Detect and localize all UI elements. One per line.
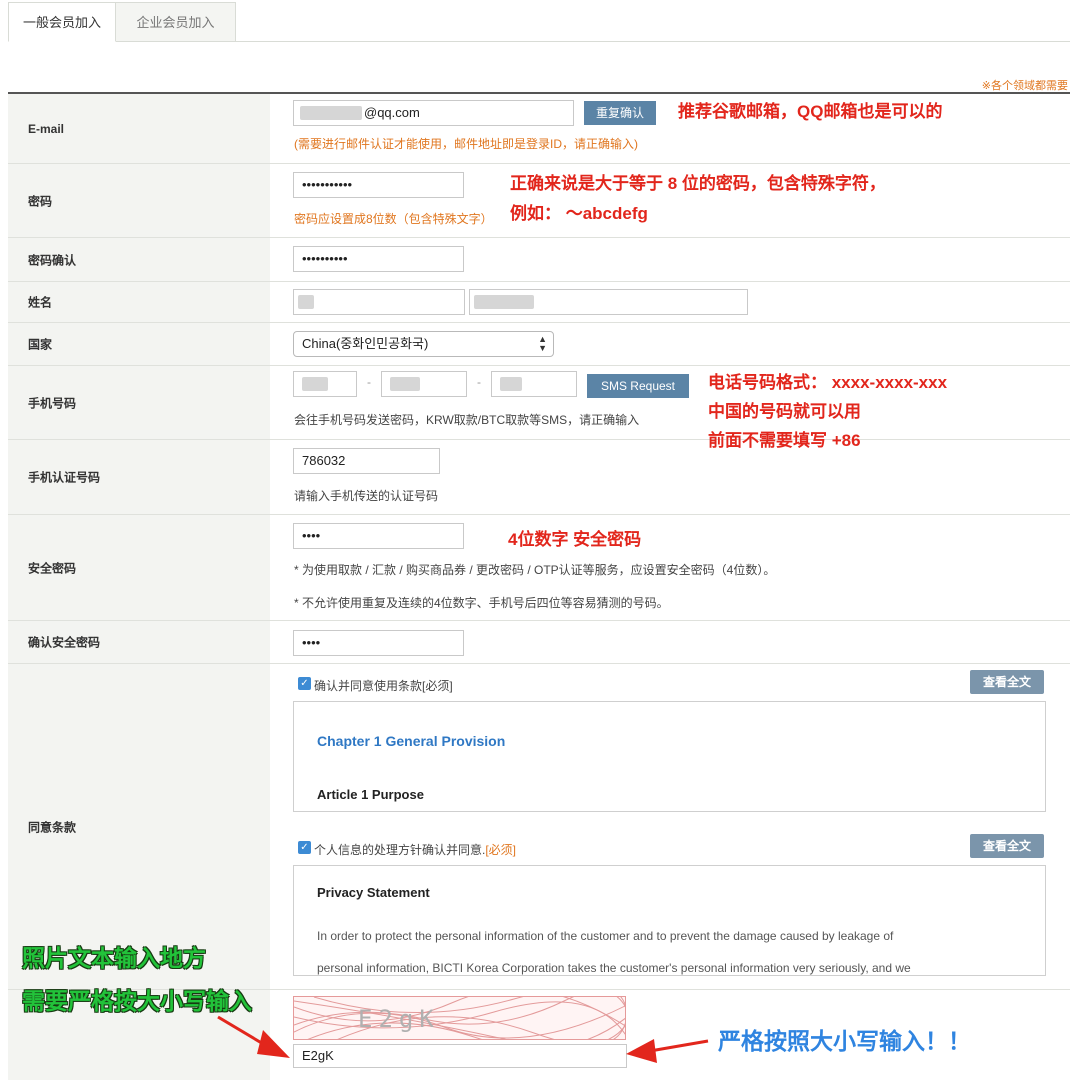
first-name-input[interactable]: [469, 289, 748, 315]
last-name-input[interactable]: [293, 289, 465, 315]
email-input[interactable]: @qq.com: [293, 100, 574, 126]
name-label: 姓名: [28, 295, 53, 310]
email-label: E-mail: [28, 121, 65, 136]
privacy-title: Privacy Statement: [317, 885, 430, 900]
last-name-redacted: [298, 295, 314, 309]
row-phone-code: 手机认证号码 786032 请输入手机传送的认证号码: [8, 440, 1070, 515]
country-selected-value: China(중화인민공화국): [302, 336, 429, 351]
phone-code-input[interactable]: 786032: [293, 448, 440, 474]
terms-view-full-button[interactable]: 查看全文: [970, 670, 1044, 694]
email-domain: @qq.com: [364, 105, 420, 120]
terms-chapter-title: Chapter 1 General Provision: [317, 733, 506, 749]
privacy-checkbox[interactable]: ✓: [298, 841, 311, 854]
phone-part1-redacted: [302, 377, 328, 391]
password-confirm-input[interactable]: ••••••••••: [293, 246, 464, 272]
privacy-body-line1: In order to protect the personal informa…: [317, 929, 894, 943]
security-pin-note-1: * 为使用取款 / 汇款 / 购买商品券 / 更改密码 / OTP认证等服务，应…: [294, 563, 776, 577]
phone-annotation-line2: 中国的号码就可以用: [708, 402, 861, 421]
password-confirm-label: 密码确认: [28, 253, 77, 267]
security-pin-input[interactable]: ••••: [293, 523, 464, 549]
row-email: E-mail @qq.com 重复确认 (需要进行邮件认证才能使用，邮件地址即是…: [8, 94, 1070, 164]
row-security-pin-confirm: 确认安全密码 ••••: [8, 621, 1070, 664]
security-pin-note-2: * 不允许使用重复及连续的4位数字、手机号后四位等容易猜测的号码。: [294, 596, 669, 610]
row-security-pin: 安全密码 •••• 4位数字 安全密码 * 为使用取款 / 汇款 / 购买商品券…: [8, 515, 1070, 621]
phone-annotation-line1: 电话号码格式： xxxx-xxxx-xxx: [708, 373, 948, 392]
captcha-annotation-right: 严格按照大小写输入！！: [718, 1028, 971, 1054]
row-password-confirm: 密码确认 ••••••••••: [8, 238, 1070, 282]
terms-text-box[interactable]: Chapter 1 General Provision Article 1 Pu…: [293, 701, 1046, 812]
phone-separator-2: -: [477, 375, 481, 389]
phone-part3-input[interactable]: [491, 371, 577, 397]
phone-part3-redacted: [500, 377, 522, 391]
terms-article-title: Article 1 Purpose: [317, 787, 424, 802]
row-name: 姓名: [8, 282, 1070, 323]
required-note: ※各个领域都需要: [981, 80, 1068, 92]
email-recheck-button[interactable]: 重复确认: [584, 101, 656, 125]
privacy-required-mark: [必须]: [485, 843, 517, 857]
privacy-agree-label: 个人信息的处理方针确认并同意.[必须]: [314, 841, 516, 858]
row-password: 密码 ••••••••••• 密码应设置成8位数（包含特殊文字） 正确来说是大于…: [8, 164, 1070, 238]
phone-part2-input[interactable]: [381, 371, 467, 397]
security-pin-annotation: 4位数字 安全密码: [508, 530, 642, 549]
password-label: 密码: [28, 194, 53, 208]
select-updown-icon: ▲ ▼: [538, 334, 547, 353]
phone-label: 手机号码: [28, 396, 77, 410]
password-annotation-line1: 正确来说是大于等于 8 位的密码，包含特殊字符，: [510, 174, 886, 193]
terms-label: 同意条款: [28, 820, 77, 834]
privacy-agree-text: 个人信息的处理方针确认并同意.: [314, 843, 486, 857]
privacy-body-line2: personal information, BICTI Korea Corpor…: [317, 961, 911, 975]
country-select[interactable]: China(중화인민공화국) ▲ ▼: [293, 331, 554, 357]
security-pin-confirm-label: 确认安全密码: [28, 635, 101, 650]
phone-part2-redacted: [390, 377, 420, 391]
row-country: 国家 China(중화인민공화국) ▲ ▼: [8, 323, 1070, 366]
phone-hint: 会往手机号码发送密码，KRW取款/BTC取款等SMS，请正确输入: [294, 413, 640, 427]
security-pin-label: 安全密码: [28, 561, 77, 575]
captcha-image-text: E2gK: [358, 1005, 440, 1033]
captcha-annotation-left-line1: 照片文本输入地方: [22, 945, 206, 971]
terms-agree-label: 确认并同意使用条款[必须]: [314, 679, 453, 693]
privacy-text-box[interactable]: Privacy Statement In order to protect th…: [293, 865, 1046, 976]
captcha-noise-lines: [294, 997, 625, 1039]
tab-corporate-member[interactable]: 企业会员加入: [116, 2, 236, 42]
captcha-annotation-left-line2: 需要严格按大小写输入: [22, 988, 252, 1014]
captcha-image: E2gK: [293, 996, 626, 1040]
captcha-input[interactable]: E2gK: [293, 1044, 627, 1068]
tab-general-member[interactable]: 一般会员加入: [8, 2, 116, 42]
email-annotation: 推荐谷歌邮箱，QQ邮箱也是可以的: [678, 102, 943, 121]
phone-code-label: 手机认证号码: [28, 470, 101, 485]
sms-request-button[interactable]: SMS Request: [587, 374, 689, 398]
password-hint: 密码应设置成8位数（包含特殊文字）: [294, 212, 493, 226]
phone-part1-input[interactable]: [293, 371, 357, 397]
privacy-view-full-button[interactable]: 查看全文: [970, 834, 1044, 858]
email-hint: (需要进行邮件认证才能使用，邮件地址即是登录ID，请正确输入): [294, 137, 638, 151]
phone-code-hint: 请输入手机传送的认证号码: [294, 489, 439, 503]
signup-form: E-mail @qq.com 重复确认 (需要进行邮件认证才能使用，邮件地址即是…: [8, 92, 1070, 1080]
first-name-redacted: [474, 295, 534, 309]
password-input[interactable]: •••••••••••: [293, 172, 464, 198]
phone-separator-1: -: [367, 375, 371, 389]
terms-checkbox[interactable]: ✓: [298, 677, 311, 690]
row-phone: 手机号码 - - SMS Request 会往手机号码发送密码，KRW取款/BT…: [8, 366, 1070, 450]
country-label: 国家: [28, 337, 53, 352]
email-redacted: [300, 106, 362, 120]
security-pin-confirm-input[interactable]: ••••: [293, 630, 464, 656]
password-annotation-line2: 例如： ～abcdefg: [510, 204, 648, 223]
member-tabs: 一般会员加入 企业会员加入: [8, 0, 1070, 42]
